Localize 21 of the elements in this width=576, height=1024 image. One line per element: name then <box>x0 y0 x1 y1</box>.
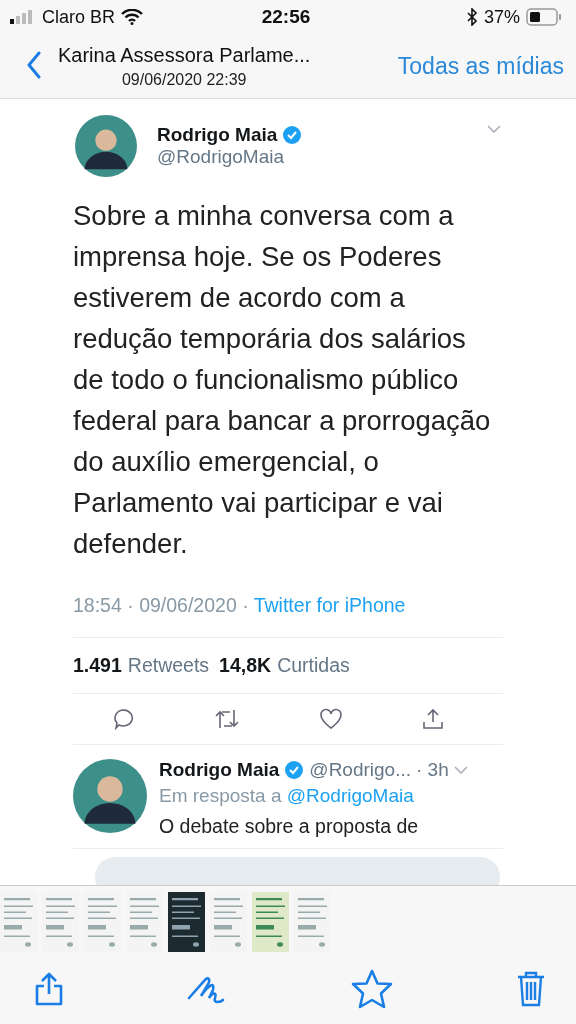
author-name: Rodrigo Maia <box>157 124 278 146</box>
like-count: 14,8K <box>219 654 272 677</box>
battery-percent: 37% <box>483 6 520 28</box>
likes-label: Curtidas <box>277 654 350 677</box>
author-name: Rodrigo Maia <box>159 759 280 781</box>
retweet-count: 1.491 <box>73 654 122 677</box>
tweet-text: Sobre a minha conversa com a imprensa hoje. Se os Poderes estiverem de acordo com a redução temporária dos salários de todo o funcionalismo público federal para bancar a prorrogação do auxílio emergencial, o Parlamento vai participar e vai defender. <box>73 199 492 561</box>
retweets-label: Retweets <box>127 654 210 677</box>
in-reply-label: Em resposta a <box>159 785 283 806</box>
all-media-link[interactable]: Todas as mídias <box>397 52 564 80</box>
media-date: 09/06/2020 22:39 <box>121 70 247 89</box>
author-handle: @Rodrigo... <box>309 759 411 781</box>
chat-title: Karina Assessora Parlame... <box>58 43 311 67</box>
author-handle: @RodrigoMaia <box>157 146 285 168</box>
reply-text: O debate sobre a proposta de <box>159 815 420 838</box>
clock-time: 22:56 <box>261 6 311 28</box>
source-link[interactable]: Twitter for iPhone <box>253 594 406 616</box>
tweet-age: · 3h <box>416 759 449 781</box>
tweet-timestamp: 18:54 · 09/06/2020 · <box>73 594 250 616</box>
mention-link[interactable]: @RodrigoMaia <box>286 785 414 806</box>
carrier-name: Claro BR <box>42 6 116 28</box>
